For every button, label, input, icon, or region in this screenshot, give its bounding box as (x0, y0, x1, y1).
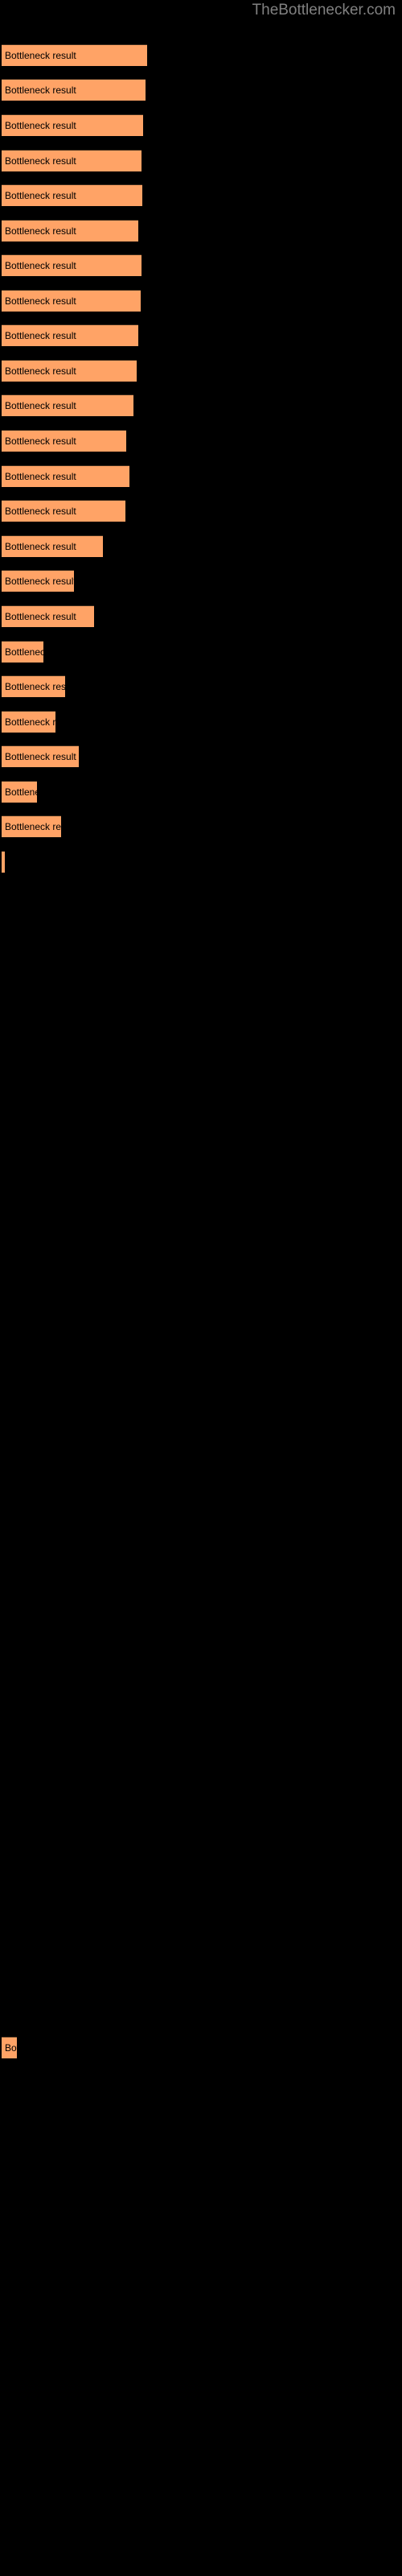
bar[interactable]: Bottleneck result (2, 184, 142, 206)
bar[interactable]: Bottleneck result (2, 815, 61, 837)
bar-label: Bottleneck result (5, 330, 76, 341)
bar[interactable]: Bottleneck result (2, 44, 147, 66)
bar-label: Bottleneck result (5, 541, 76, 552)
bottleneck-bar-chart: TheBottlenecker.com Bottleneck result Bot… (0, 0, 402, 2576)
bar-label: Bottleneck result (5, 786, 37, 798)
bar-label: Bottleneck result (5, 436, 76, 447)
site-title: TheBottlenecker.com (252, 2, 396, 19)
bar-label: Bottleneck result (5, 646, 43, 658)
bar[interactable]: Bottleneck result (2, 500, 125, 522)
bar[interactable]: Bottleneck result (2, 290, 141, 312)
bar-label: Bottleneck result (5, 365, 76, 377)
bar-label: Bottleneck result (5, 716, 55, 728)
bar-label: Bottleneck result (5, 190, 76, 201)
bar-label: Bottleneck result (5, 155, 76, 167)
bar-label: Bottleneck result (5, 576, 74, 587)
bar-label: Bottleneck result (5, 2042, 17, 2054)
bar-label: Bottleneck result (5, 225, 76, 237)
bar-label: Bottleneck result (5, 751, 76, 762)
bar[interactable]: Bottleneck result (2, 535, 103, 557)
bar[interactable]: Bottleneck result (2, 2037, 17, 2058)
bar-label: Bottleneck result (5, 85, 76, 96)
bar[interactable]: Bottleneck result (2, 150, 142, 171)
bar-label: Bottleneck result (5, 295, 76, 307)
bar-label: Bottleneck result (5, 400, 76, 411)
bar-label: Bottleneck result (5, 821, 61, 832)
bar[interactable]: Bottleneck result (2, 430, 126, 452)
bar[interactable]: Bottleneck result (2, 605, 94, 627)
bar[interactable]: Bottleneck result (2, 711, 55, 733)
bar[interactable]: Bottleneck result (2, 465, 129, 487)
bar[interactable]: Bottleneck result (2, 570, 74, 592)
bar-label: Bottleneck result (5, 681, 65, 692)
bar-label: Bottleneck result (5, 260, 76, 271)
bar[interactable]: Bottleneck result (2, 324, 138, 346)
bar[interactable]: Bottleneck result (2, 394, 133, 416)
bar[interactable]: Bottleneck result (2, 220, 138, 242)
bar[interactable]: Bottleneck result (2, 851, 5, 873)
bar[interactable]: Bottleneck result (2, 254, 142, 276)
bar[interactable]: Bottleneck result (2, 360, 137, 382)
bar-label: Bottleneck result (5, 471, 76, 482)
bar[interactable]: Bottleneck result (2, 114, 143, 136)
bar[interactable]: Bottleneck result (2, 641, 43, 663)
bar[interactable]: Bottleneck result (2, 675, 65, 697)
bar[interactable]: Bottleneck result (2, 745, 79, 767)
bar-label: Bottleneck result (5, 50, 76, 61)
bar-label: Bottleneck result (5, 506, 76, 517)
bar-label: Bottleneck result (5, 611, 76, 622)
bar-label: Bottleneck result (5, 120, 76, 131)
bar[interactable]: Bottleneck result (2, 79, 146, 101)
bar[interactable]: Bottleneck result (2, 781, 37, 803)
